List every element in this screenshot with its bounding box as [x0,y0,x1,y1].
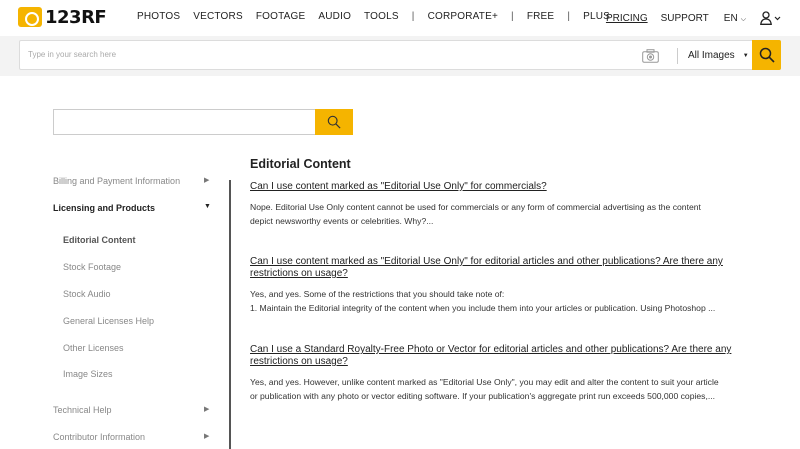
faq-question-link[interactable]: Can I use content marked as "Editorial U… [250,181,760,193]
chevron-down-icon: ⌵ [740,15,746,23]
faq-answer: Nope. Editorial Use Only content cannot … [250,200,760,228]
sidebar-item-label: Licensing and Products [53,203,156,213]
sidebar-divider-gap [229,160,231,180]
faq-answer-line: 1. Maintain the Editorial integrity of t… [250,303,716,313]
faq-answer: Yes, and yes. Some of the restrictions t… [250,287,760,315]
search-box: Type in your search here All Images ▼ [19,40,781,70]
sidebar-item-label: Billing and Payment Information [53,176,181,186]
nav-photos[interactable]: PHOTOS [137,11,180,22]
help-search-input[interactable] [53,109,316,135]
nav-audio[interactable]: AUDIO [318,11,351,22]
faq-answer-line: or publication with any photo or vector … [250,391,716,401]
category-dropdown[interactable]: All Images ▼ [688,50,749,61]
main-nav: PHOTOS VECTORS FOOTAGE AUDIO TOOLS | COR… [137,11,623,22]
sidebar-divider [229,160,231,449]
faq-answer-line: Yes, and yes. Some of the restrictions t… [250,289,505,299]
nav-pricing[interactable]: PRICING [606,13,648,24]
caret-down-icon: ▼ [742,53,749,59]
camera-search-icon[interactable] [642,49,659,63]
user-icon [760,11,781,25]
nav-vectors[interactable]: VECTORS [193,11,243,22]
sidebar-item-label: Contributor Information [53,432,146,442]
language-label: EN [723,12,738,24]
top-navigation: 123RF PHOTOS VECTORS FOOTAGE AUDIO TOOLS… [0,0,800,36]
sidebar-subitem-footage[interactable]: Stock Footage [63,262,121,272]
page-title: Editorial Content [250,157,351,171]
sidebar-subitem-general-licenses[interactable]: General Licenses Help [63,316,154,326]
faq-question-link[interactable]: Can I use content marked as "Editorial U… [250,256,760,280]
sidebar-item-contributor[interactable]: Contributor Information ▶ [53,432,213,442]
search-bar-section: Type in your search here All Images ▼ [0,36,800,76]
faq-answer-line: Yes, and yes. However, unlike content ma… [250,377,719,387]
sidebar-item-licensing[interactable]: Licensing and Products ▼ [53,203,213,213]
logo-text: 123RF [45,6,107,28]
nav-separator: | [411,11,415,22]
chevron-right-icon: ▶ [204,406,210,413]
search-input[interactable]: Type in your search here [28,50,116,59]
language-selector[interactable]: EN ⌵ [724,13,746,24]
search-icon [759,47,775,63]
faq-question-line: restrictions on usage? [250,356,348,367]
nav-support[interactable]: SUPPORT [661,13,709,24]
sidebar-item-label: Technical Help [53,405,112,415]
faq-question-line: Can I use a Standard Royalty-Free Photo … [250,344,732,355]
category-label: All Images [688,50,735,61]
faq-question-line: Can I use content marked as "Editorial U… [250,256,723,267]
nav-corporate-plus[interactable]: CORPORATE+ [428,11,498,22]
nav-separator: | [511,11,514,22]
sidebar-item-technical-help[interactable]: Technical Help ▶ [53,405,213,415]
logo[interactable]: 123RF [18,6,107,28]
faq-answer-line: Nope. Editorial Use Only content cannot … [250,202,701,212]
search-icon [327,115,341,129]
faq-answer: Yes, and yes. However, unlike content ma… [250,375,760,403]
nav-right: PRICING SUPPORT EN ⌵ [606,11,782,25]
user-menu[interactable] [760,11,782,25]
chevron-right-icon: ▶ [204,433,210,440]
chevron-down-icon: ▼ [204,203,211,210]
search-button[interactable] [752,40,781,70]
nav-footage[interactable]: FOOTAGE [256,11,306,22]
nav-tools[interactable]: TOOLS [364,11,399,22]
sidebar-subitem-image-sizes[interactable]: Image Sizes [63,369,113,379]
help-search-button[interactable] [315,109,353,135]
faq-content: Editorial Content Can I use content mark… [250,157,760,401]
faq-answer-line: depict newsworthy events or celebrities.… [250,216,434,226]
sidebar-item-billing[interactable]: Billing and Payment Information ▶ [53,176,213,186]
sidebar-subitem-audio[interactable]: Stock Audio [63,289,111,299]
logo-mark-icon [18,7,42,27]
faq-question-line: restrictions on usage? [250,268,348,279]
faq-question-link[interactable]: Can I use a Standard Royalty-Free Photo … [250,344,760,368]
search-divider [677,48,678,64]
nav-separator: | [567,11,571,22]
sidebar-subitem-other-licenses[interactable]: Other Licenses [63,343,124,353]
chevron-right-icon: ▶ [204,177,210,184]
sidebar-subitem-editorial[interactable]: Editorial Content [63,235,136,245]
nav-free[interactable]: FREE [527,11,554,22]
